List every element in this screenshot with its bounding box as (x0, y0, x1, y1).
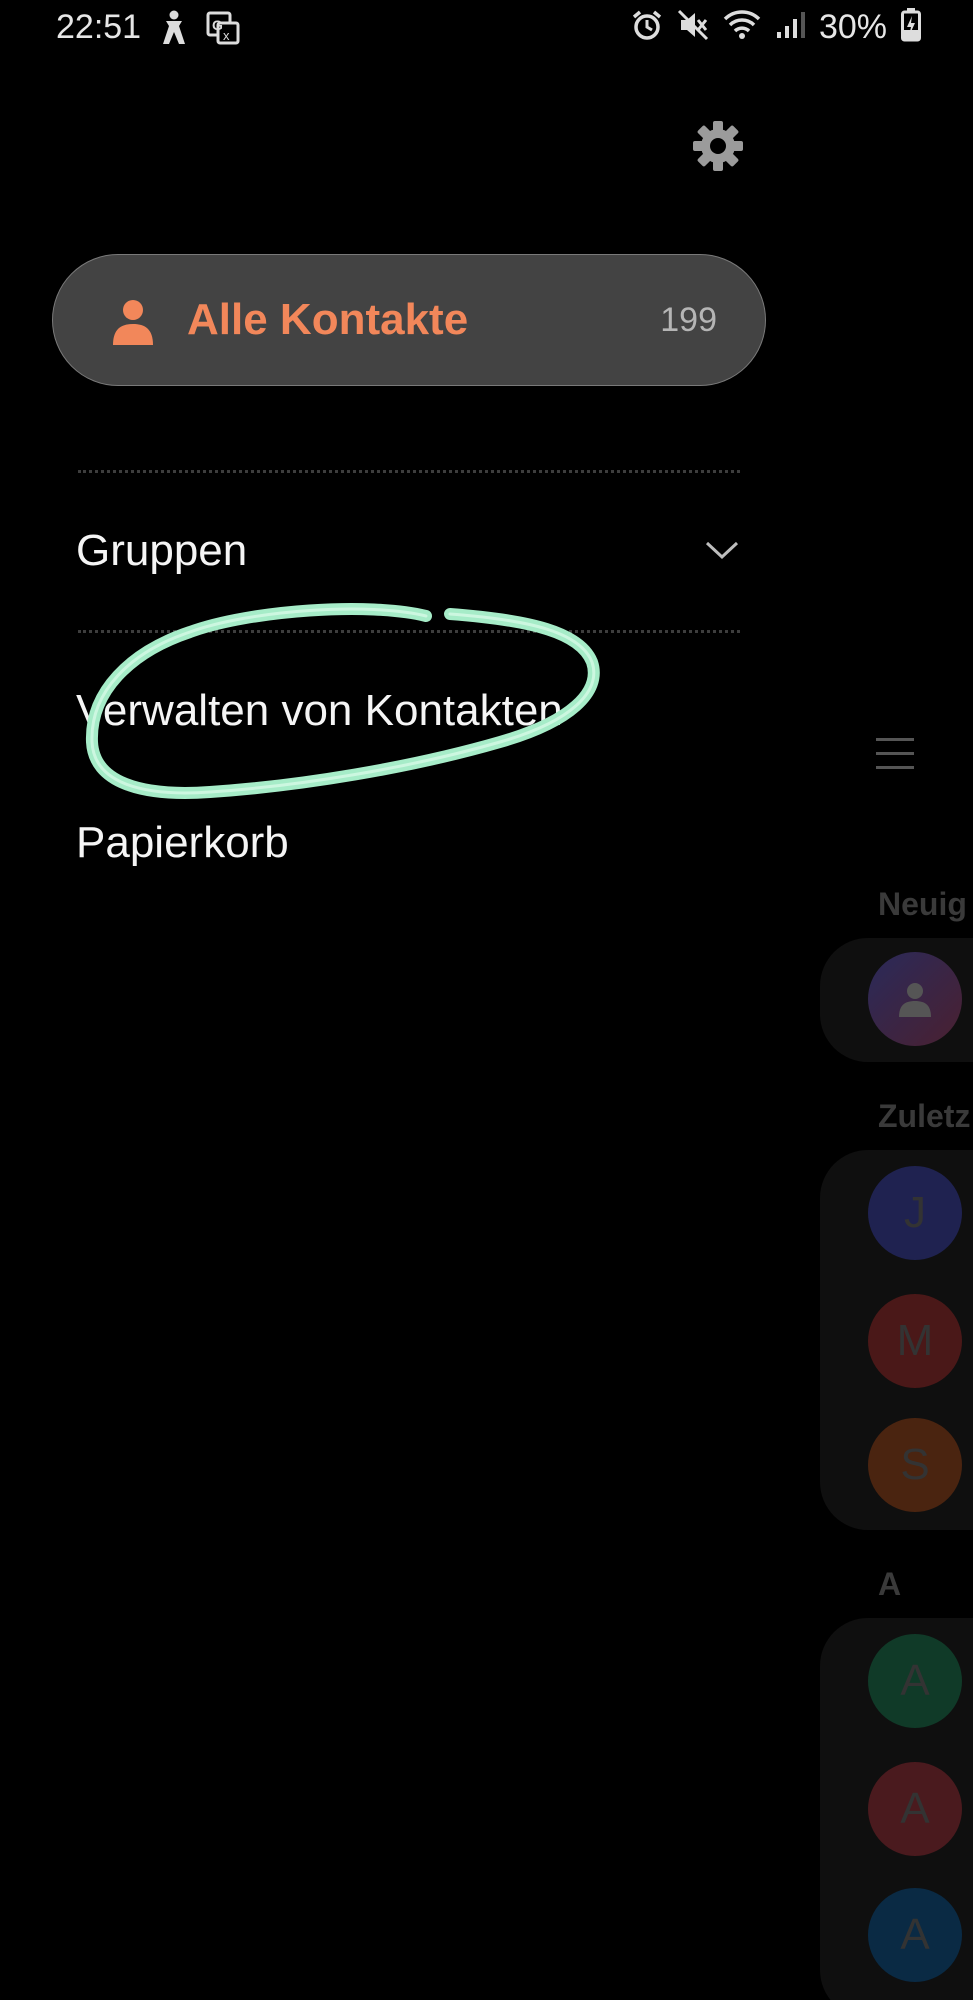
signal-icon (775, 10, 805, 45)
mute-icon (677, 9, 709, 46)
contact-list-background: Neuig Zuletz J M S A A A A (820, 0, 973, 2000)
avatar: A (868, 1888, 962, 1982)
trash-item[interactable]: Papierkorb (76, 818, 289, 868)
a-card: A A A (820, 1618, 973, 2000)
groups-item[interactable]: Gruppen (76, 526, 247, 576)
divider (78, 470, 740, 473)
settings-button[interactable] (690, 118, 746, 174)
all-contacts-label: Alle Kontakte (187, 295, 469, 344)
menu-icon[interactable] (876, 736, 914, 772)
all-contacts-item[interactable]: Alle Kontakte 199 (52, 254, 766, 386)
alarm-icon (631, 9, 663, 46)
svg-text:G: G (212, 17, 223, 33)
svg-text:x: x (223, 28, 230, 43)
section-title-recent: Zuletz (878, 1098, 971, 1134)
chevron-down-icon[interactable] (704, 538, 740, 562)
avatar: M (868, 1294, 962, 1388)
recent-card: J M S (820, 1150, 973, 1530)
section-title-new: Neuig (878, 886, 967, 922)
avatar: A (868, 1634, 962, 1728)
profile-card (820, 938, 973, 1062)
profile-icon (899, 983, 931, 1017)
status-time: 22:51 (56, 8, 142, 46)
accessibility-icon (160, 10, 188, 51)
wifi-icon (723, 9, 761, 46)
screen: 22:51 Gx 30% Alle Kontakte 199 Gruppen V… (0, 0, 973, 2000)
avatar: S (868, 1418, 962, 1512)
manage-contacts-label: Verwalten von Kontakten (76, 686, 563, 735)
trash-label: Papierkorb (76, 818, 289, 867)
manage-contacts-item[interactable]: Verwalten von Kontakten (76, 686, 563, 736)
divider (78, 630, 740, 633)
gear-icon (693, 121, 743, 171)
all-contacts-count: 199 (660, 301, 717, 339)
avatar (868, 952, 962, 1046)
avatar: A (868, 1762, 962, 1856)
status-left-icons: Gx (160, 10, 240, 51)
translate-icon: Gx (206, 11, 240, 50)
avatar: J (868, 1166, 962, 1260)
groups-label: Gruppen (76, 526, 248, 575)
person-icon (113, 300, 153, 345)
section-title-a: A (878, 1566, 902, 1602)
